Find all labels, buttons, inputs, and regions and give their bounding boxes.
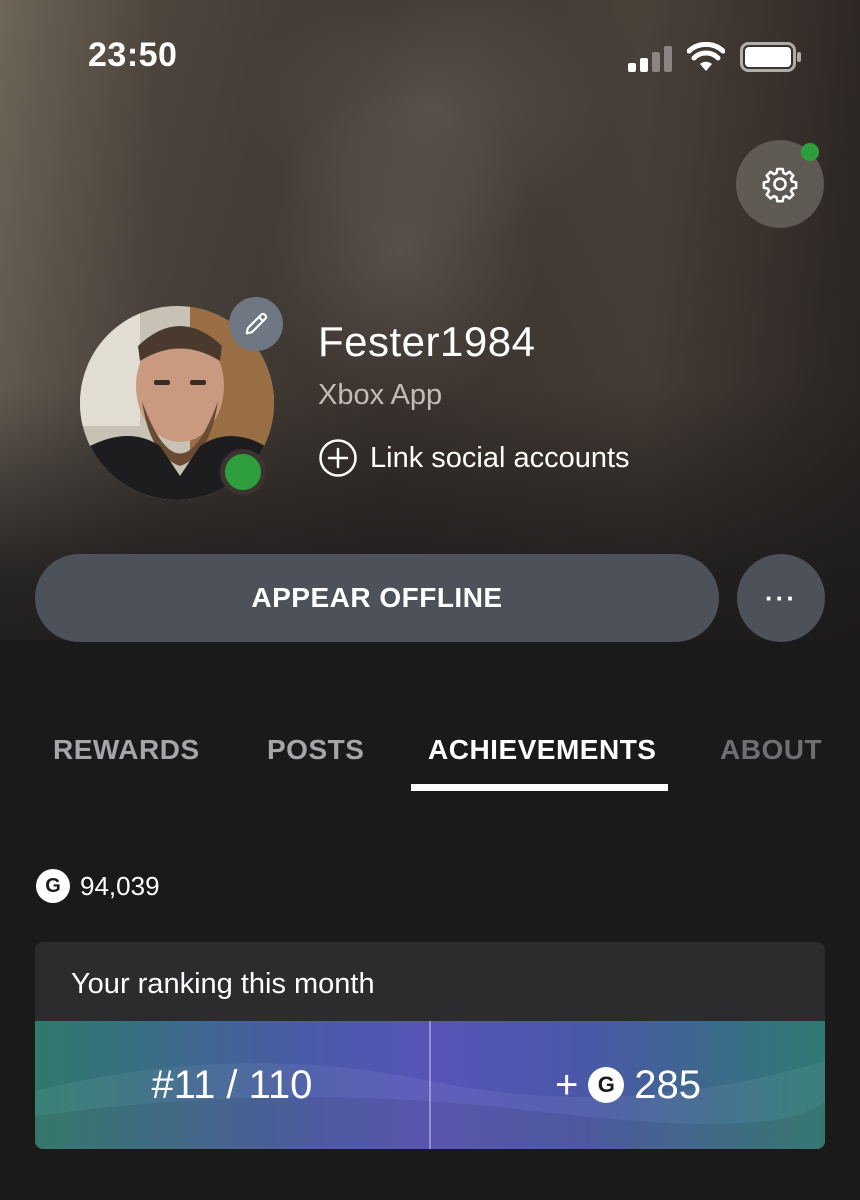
pencil-icon: [245, 312, 268, 335]
more-options-button[interactable]: ···: [737, 554, 825, 642]
settings-notification-dot: [801, 143, 819, 161]
points-value: 285: [634, 1062, 702, 1107]
wifi-icon: [687, 42, 725, 71]
profile-tabs: REWARDS POSTS ACHIEVEMENTS ABOUT: [0, 720, 860, 800]
tab-achievements[interactable]: ACHIEVEMENTS: [428, 734, 656, 766]
cellular-signal-icon: [628, 46, 672, 72]
profile-subtitle: Xbox App: [318, 379, 443, 411]
link-social-accounts-button[interactable]: Link social accounts: [318, 437, 630, 479]
gamerscore-value: 94,039: [80, 870, 160, 901]
appear-offline-button[interactable]: APPEAR OFFLINE: [35, 554, 719, 642]
monthly-points: + G 285: [431, 1021, 825, 1149]
monthly-ranking-card[interactable]: Your ranking this month #11 / 110 + G 28…: [35, 942, 825, 1149]
tab-rewards[interactable]: REWARDS: [53, 734, 200, 766]
gamerscore-icon: G: [588, 1067, 625, 1103]
gear-icon: [762, 167, 798, 203]
tab-posts[interactable]: POSTS: [267, 734, 364, 766]
ranking-header: Your ranking this month: [71, 968, 375, 1000]
plus-circle-icon: [319, 439, 357, 477]
rank-value: #11 / 110: [151, 1062, 313, 1107]
gamerscore: G 94,039: [36, 868, 160, 904]
active-tab-indicator: [411, 784, 668, 791]
gamertag: Fester1984: [318, 318, 536, 365]
status-time: 23:50: [88, 36, 178, 74]
edit-avatar-button[interactable]: [229, 297, 283, 351]
points-prefix: +: [554, 1062, 579, 1107]
gamerscore-icon: G: [36, 869, 70, 903]
ranking-body: #11 / 110 + G 285: [35, 1021, 825, 1149]
battery-icon: [740, 42, 801, 72]
status-bar: 23:50: [0, 0, 860, 110]
tab-about[interactable]: ABOUT: [720, 734, 822, 766]
link-social-accounts-label: Link social accounts: [370, 441, 630, 474]
online-status-indicator: [220, 449, 266, 495]
